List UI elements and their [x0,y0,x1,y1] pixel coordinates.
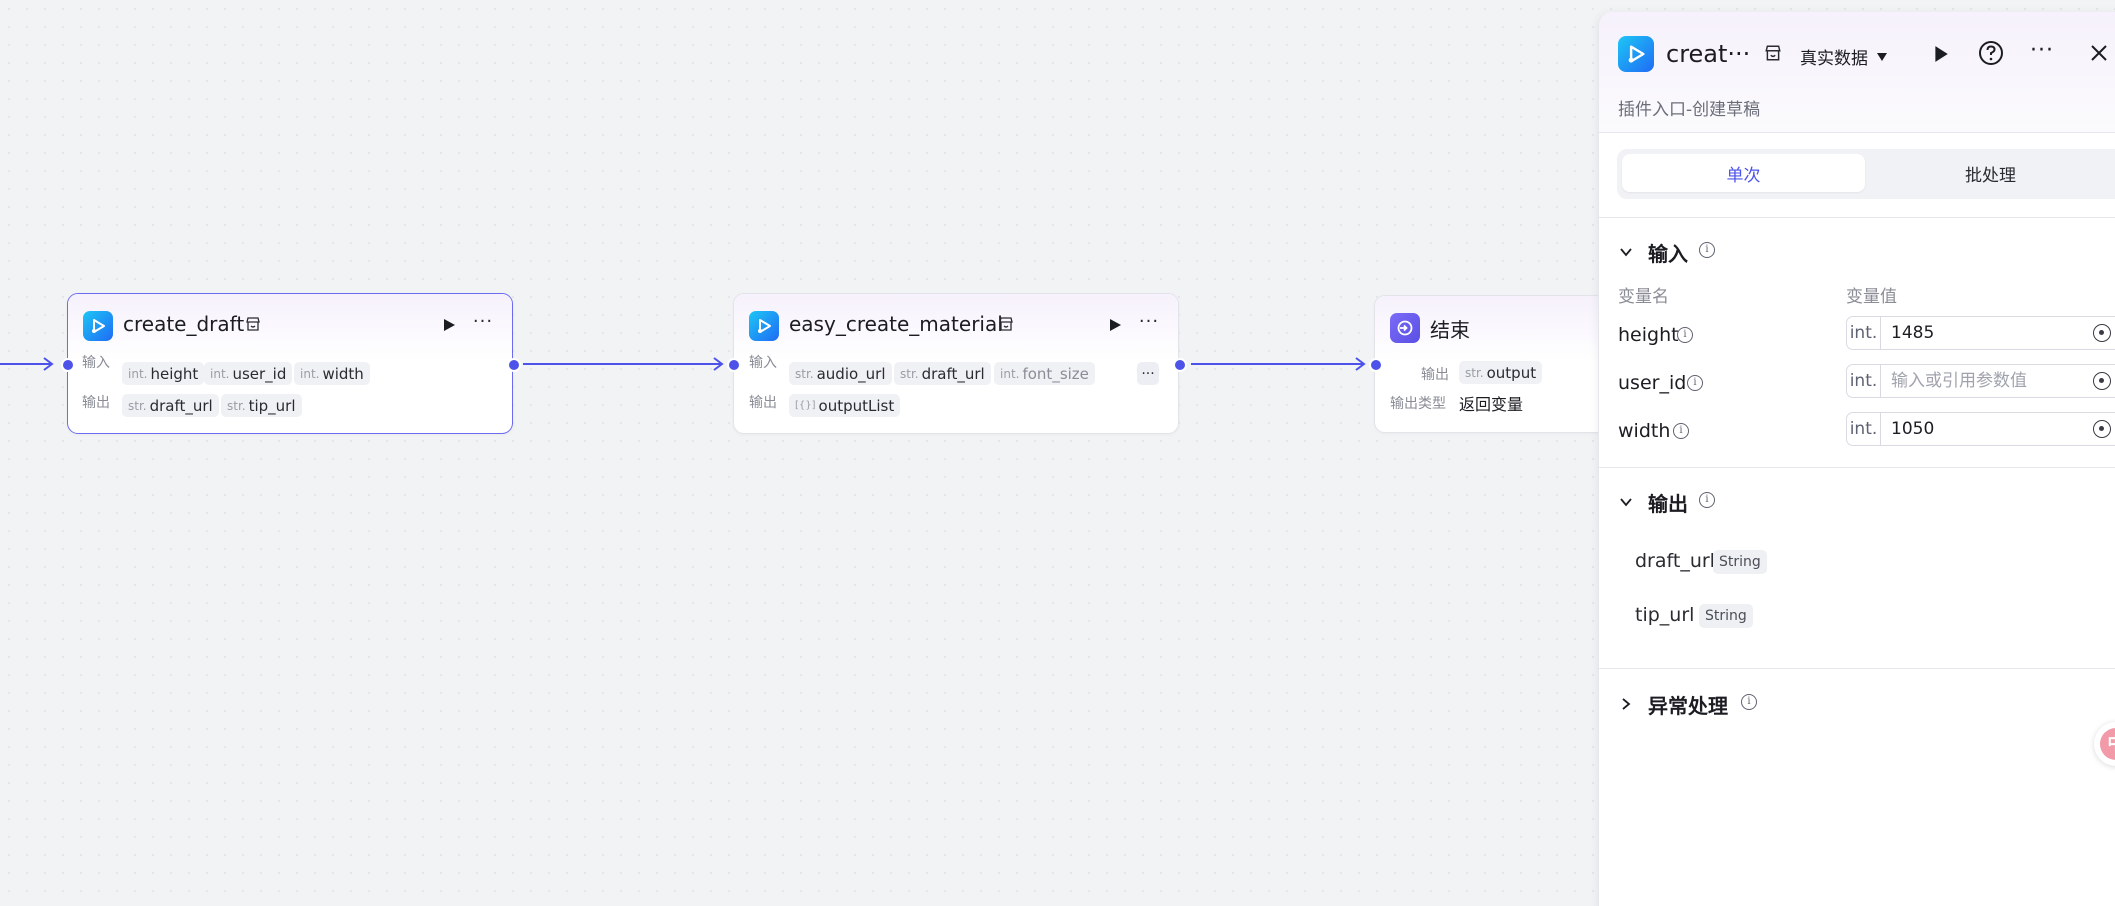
more-options-icon[interactable]: ··· [1136,313,1162,335]
edge-layer [0,357,1366,371]
input-section-title[interactable]: 输入 [1648,238,1688,267]
output-divider [1599,668,2115,669]
more-inputs-button[interactable]: ··· [1137,362,1159,385]
run-node-play-icon[interactable] [1105,315,1125,335]
output-chip-tip-url: str. tip_url [221,394,302,417]
info-icon: i [1687,375,1703,391]
more-options-icon[interactable]: ··· [2027,38,2057,64]
tab-single[interactable]: 单次 [1622,154,1865,192]
close-icon[interactable] [2088,42,2110,64]
variable-reference-icon[interactable] [2093,420,2111,438]
node-title: easy_create_material [789,312,1003,336]
panel-title[interactable]: creat··· [1666,40,1750,68]
store-icon [1764,44,1782,62]
output-chip-output: str. output [1459,361,1543,384]
input-chip-draft-url: str. draft_url [894,362,991,385]
param-name-width: width [1618,420,1671,442]
output-chip-draft-url: str. draft_url [122,394,219,417]
node-title: 结束 [1430,318,1470,342]
input-divider [1599,467,2115,468]
test-run-play-icon[interactable] [1929,42,1953,66]
tab-batch[interactable]: 批处理 [1869,154,2112,192]
input-chip-user-id: int. user_id [204,362,293,385]
param-name-user-id: user_id [1618,372,1687,394]
output-chip-output-list: [{}] outputList [789,394,901,417]
input-label: 输入 [749,355,777,371]
variable-reference-icon[interactable] [2093,372,2111,390]
output-type-badge: String [1713,550,1767,574]
input-port[interactable] [61,358,75,372]
info-icon: i [1741,694,1757,710]
info-icon: i [1699,492,1715,508]
panel-subtitle: 插件入口-创建草稿 [1618,100,1761,120]
type-tag: int. [1847,365,1881,397]
run-node-play-icon[interactable] [439,315,459,335]
input-label: 输入 [82,355,110,371]
column-header-value: 变量值 [1846,287,1897,307]
input-chip-width: int. width [294,362,370,385]
user-id-input[interactable] [1891,369,2081,393]
node-config-panel: creat··· 真实数据 ··· 插件入口-创建草稿 单次 批处理 输入 i … [1598,12,2115,906]
chevron-down-icon[interactable] [1618,494,1634,510]
output-port[interactable] [507,358,521,372]
output-name-tip-url: tip_url [1635,604,1695,626]
plugin-play-icon [749,311,779,341]
output-label: 输出 [749,395,777,411]
chevron-down-icon[interactable] [1618,244,1634,260]
node-title: create_draft [123,312,245,336]
type-tag: int. [1847,413,1881,445]
chevron-right-icon[interactable] [1618,696,1634,712]
output-label: 输出 [82,395,110,411]
variable-reference-icon[interactable] [2093,324,2111,342]
info-icon: i [1677,327,1693,343]
output-type-label: 输出类型 [1390,396,1446,412]
height-input[interactable] [1891,321,2081,345]
edge-create-draft-to-easy-create-material[interactable] [523,357,724,371]
store-icon [998,316,1014,332]
type-tag: int. [1847,317,1881,349]
plugin-play-icon [83,311,113,341]
data-mode-dropdown[interactable]: 真实数据 [1800,42,1888,70]
column-header-name: 变量名 [1618,287,1669,307]
width-input[interactable] [1891,417,2081,441]
output-section-title[interactable]: 输出 [1648,488,1688,517]
info-icon: i [1673,423,1689,439]
output-port[interactable] [1173,358,1187,372]
node-easy-create-material[interactable]: easy_create_material ··· 输入 str. audio_ur… [733,293,1179,434]
header-divider [1599,132,2115,133]
input-chip-height: int. height [122,362,205,385]
param-value-user-id: int. [1846,364,2115,398]
param-value-width: int. [1846,412,2115,446]
input-chip-audio-url: str. audio_url [789,362,892,385]
data-mode-label: 真实数据 [1800,48,1868,69]
caret-down-icon [1876,47,1888,66]
help-icon[interactable] [1978,40,2004,66]
assistant-badge: 中 [2100,728,2115,760]
input-port[interactable] [727,358,741,372]
more-options-icon[interactable]: ··· [470,313,496,335]
tabs-divider [1599,217,2115,218]
output-type-value: 返回变量 [1459,395,1524,414]
edge-incoming [0,357,54,371]
plugin-play-icon [1618,36,1654,72]
edge-easy-create-material-to-end[interactable] [1191,357,1366,371]
input-chip-font-size: int. font_size [994,362,1095,385]
store-icon [245,316,261,332]
end-node-icon [1390,313,1420,343]
param-value-height: int. [1846,316,2115,350]
input-port[interactable] [1369,358,1383,372]
info-icon: i [1699,242,1715,258]
output-label: 输出 [1421,367,1449,383]
output-name-draft-url: draft_url [1635,550,1715,572]
exception-section-title[interactable]: 异常处理 [1648,690,1728,719]
output-type-badge: String [1699,604,1753,628]
mode-tabs: 单次 批处理 [1617,149,2115,199]
node-create-draft[interactable]: create_draft ··· 输入 int. height int. user_… [67,293,513,434]
param-name-height: height [1618,324,1679,346]
